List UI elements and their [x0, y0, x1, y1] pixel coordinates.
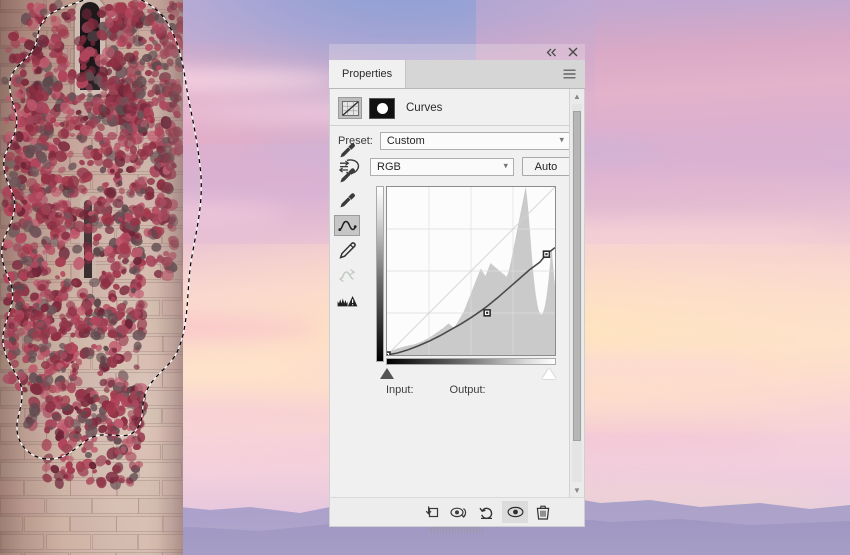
view-previous-state-button[interactable]	[446, 501, 472, 523]
draw-curve-pencil-icon[interactable]	[334, 240, 360, 261]
input-gradient-ramp	[386, 358, 556, 365]
castle-tower-image	[0, 0, 183, 555]
black-point-slider[interactable]	[380, 368, 394, 379]
properties-panel[interactable]: Properties Curves Preset: Custom ▾ RGB ▾…	[329, 44, 585, 533]
curves-adjustment-icon[interactable]	[338, 97, 362, 119]
curves-tool-column	[334, 140, 362, 311]
curves-graph-area: Input: Output:	[330, 143, 584, 396]
tab-properties-label: Properties	[342, 68, 393, 80]
chevron-down-icon: ▾	[503, 159, 508, 170]
clip-to-layer-button[interactable]	[418, 501, 444, 523]
toggle-visibility-button[interactable]	[502, 501, 528, 523]
panel-tab-strip[interactable]: Properties	[329, 60, 585, 89]
scroll-down-icon[interactable]: ▼	[570, 483, 584, 497]
gray-point-eyedropper-icon[interactable]	[334, 165, 360, 186]
output-label: Output:	[449, 384, 486, 396]
preset-dropdown[interactable]: Custom ▾	[379, 132, 570, 150]
auto-button-label: Auto	[534, 160, 558, 173]
delete-button[interactable]	[530, 501, 556, 523]
mask-white-dot	[376, 102, 388, 114]
panel-scrollbar[interactable]: ▲ ▼	[569, 89, 584, 497]
close-icon[interactable]	[567, 46, 579, 58]
panel-title-bar	[329, 44, 585, 60]
auto-button[interactable]: Auto	[522, 157, 570, 176]
reset-button[interactable]	[474, 501, 500, 523]
channel-value: RGB	[377, 160, 401, 173]
panel-footer-toolbar	[329, 497, 585, 533]
scroll-up-icon[interactable]: ▲	[570, 89, 584, 103]
smooth-curve-icon[interactable]	[334, 265, 360, 286]
panel-content: Curves Preset: Custom ▾ RGB ▾ Auto Input…	[329, 89, 585, 497]
curve-plot-svg[interactable]	[387, 187, 555, 355]
edit-points-curve-icon[interactable]	[334, 215, 360, 236]
preset-row: Preset: Custom ▾	[330, 126, 584, 150]
black-point-eyedropper-icon[interactable]	[334, 140, 360, 161]
collapse-panel-icon[interactable]	[545, 46, 557, 58]
curves-graph[interactable]	[376, 186, 556, 379]
white-point-slider[interactable]	[542, 368, 556, 379]
input-label: Input:	[386, 384, 414, 396]
clipping-warning-icon[interactable]	[334, 290, 360, 311]
panel-resize-grip[interactable]	[431, 527, 483, 533]
input-output-readout: Input: Output:	[386, 384, 486, 396]
tower-edge-shading	[157, 0, 183, 555]
white-point-eyedropper-icon[interactable]	[334, 190, 360, 211]
layer-mask-thumbnail[interactable]	[369, 97, 395, 119]
scrollbar-thumb[interactable]	[573, 111, 581, 441]
channel-row: RGB ▾ Auto	[330, 150, 584, 176]
preset-value: Custom	[386, 135, 425, 147]
chevron-down-icon: ▾	[559, 134, 564, 145]
hamburger-menu-icon[interactable]	[554, 60, 585, 88]
output-gradient-ramp	[376, 186, 384, 362]
curve-plot[interactable]	[386, 186, 556, 356]
adjustment-name: Curves	[406, 102, 443, 114]
adjustment-header: Curves	[330, 89, 584, 123]
tab-properties[interactable]: Properties	[329, 60, 407, 88]
channel-dropdown[interactable]: RGB ▾	[370, 157, 514, 176]
photoshop-canvas: Properties Curves Preset: Custom ▾ RGB ▾…	[0, 0, 850, 555]
